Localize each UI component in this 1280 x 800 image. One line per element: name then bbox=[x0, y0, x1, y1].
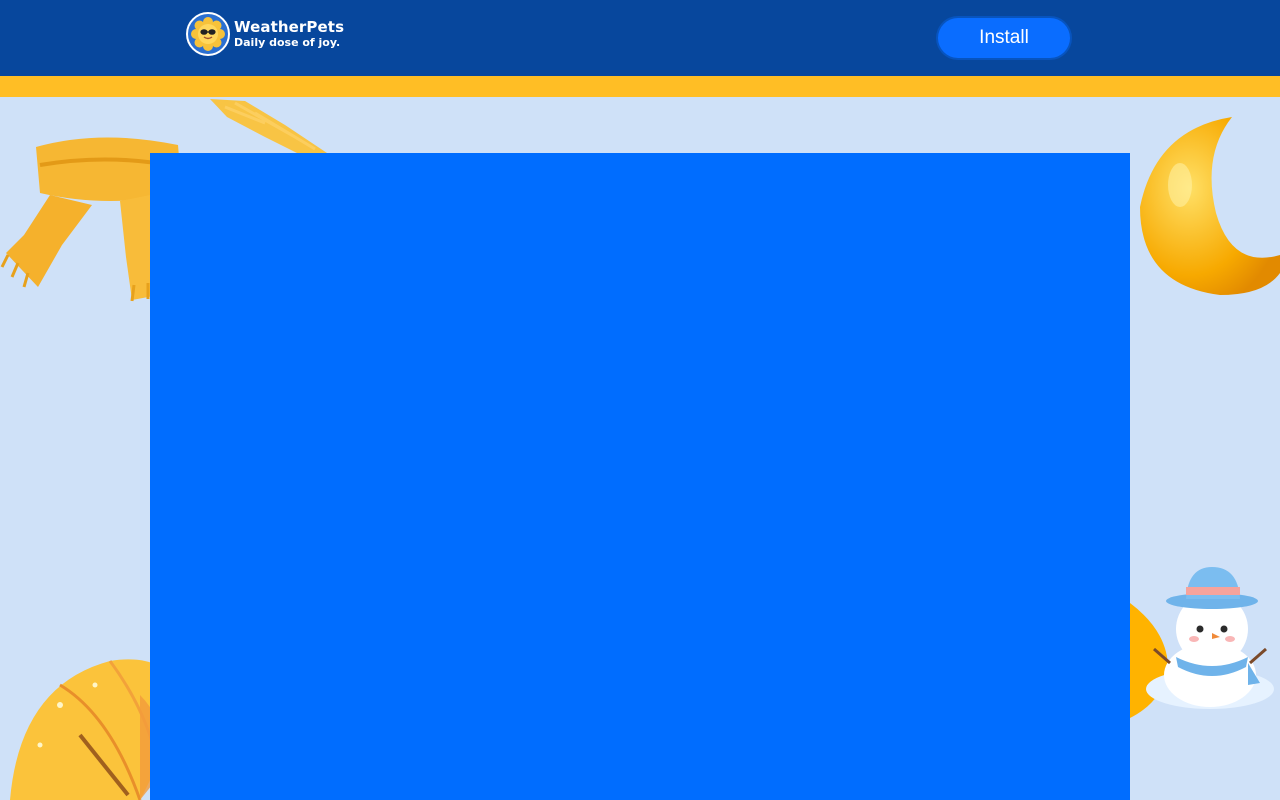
brand-name: WeatherPets bbox=[234, 18, 345, 36]
brand-text: WeatherPets Daily dose of joy. bbox=[234, 18, 345, 49]
main-content-panel bbox=[150, 153, 1130, 800]
snowman-icon bbox=[1130, 567, 1274, 718]
paint-stroke bbox=[210, 99, 327, 155]
install-button[interactable]: Install bbox=[938, 18, 1070, 58]
sunflower-pet-icon bbox=[186, 12, 230, 56]
accent-strip bbox=[0, 76, 1280, 97]
top-bar: WeatherPets Daily dose of joy. Install bbox=[0, 0, 1280, 76]
brand-tagline: Daily dose of joy. bbox=[234, 36, 341, 49]
moon-icon bbox=[1140, 117, 1280, 295]
brand-logo[interactable]: WeatherPets Daily dose of joy. bbox=[186, 12, 344, 56]
